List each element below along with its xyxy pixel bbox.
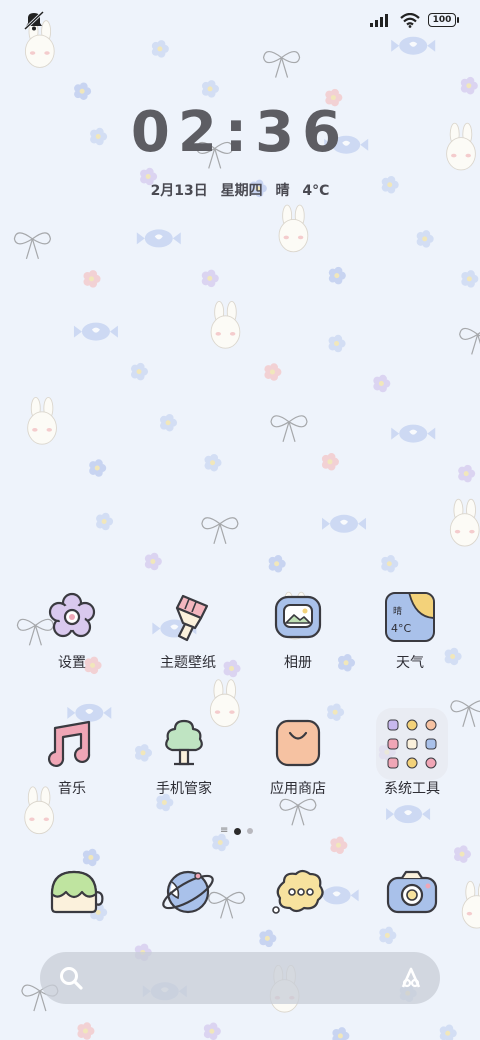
- app-label: 设置: [58, 655, 86, 671]
- app-label: 应用商店: [270, 781, 326, 797]
- store-bag-icon: [275, 719, 321, 767]
- weather-widget-text: 晴: [393, 607, 403, 617]
- folder-mini-icons: [387, 719, 437, 769]
- status-bar: 100: [0, 0, 480, 40]
- app-label: 天气: [396, 655, 424, 671]
- app-label: 手机管家: [156, 781, 212, 797]
- ai-assistant-icon[interactable]: [398, 965, 424, 991]
- settings-flower-icon: [48, 592, 96, 638]
- paint-brush-icon: [175, 594, 209, 642]
- camera-icon: [386, 870, 438, 914]
- app-system-tools-folder[interactable]: 系统工具: [352, 708, 472, 828]
- app-label: 主题壁纸: [160, 655, 216, 671]
- app-theme-wallpaper[interactable]: 主题壁纸: [128, 592, 248, 702]
- search-icon: [60, 967, 83, 990]
- page-dot-active: [234, 827, 242, 835]
- page-indicator[interactable]: ≡: [220, 825, 254, 837]
- app-label: 系统工具: [384, 781, 440, 797]
- weather-widget-temp: 4°C: [391, 622, 412, 635]
- app-phone-manager[interactable]: 手机管家: [124, 718, 244, 828]
- messages-bubble-icon: [272, 869, 324, 914]
- dock-browser[interactable]: [158, 862, 218, 922]
- dock-camera[interactable]: [382, 862, 442, 922]
- page-list-icon: ≡: [220, 825, 229, 836]
- browser-planet-icon: [162, 870, 214, 914]
- app-label: 音乐: [58, 781, 86, 797]
- dock-messages[interactable]: [270, 862, 330, 922]
- tree-icon: [165, 719, 203, 766]
- date-weather-line[interactable]: 2月13日 星期四 晴 4°C: [0, 180, 480, 200]
- music-note-icon: [48, 720, 91, 767]
- app-weather[interactable]: 晴 4°C 天气: [350, 592, 470, 702]
- sun-corner-icon: [408, 594, 433, 619]
- date-text: 2月13日: [150, 183, 208, 199]
- wifi-icon: [400, 12, 420, 28]
- app-settings[interactable]: 设置: [12, 592, 132, 702]
- page-dot: [247, 828, 254, 834]
- weekday-text: 星期四: [220, 183, 263, 199]
- clock-time[interactable]: 02:36: [0, 100, 480, 165]
- search-bar[interactable]: [40, 952, 440, 1004]
- temperature-text: 4°C: [302, 183, 330, 199]
- signal-icon: [370, 14, 388, 27]
- battery-icon: 100: [428, 13, 459, 27]
- battery-level: 100: [432, 14, 452, 25]
- photo-frame-icon: [274, 595, 322, 639]
- weather-text: 晴: [275, 183, 290, 199]
- weather-widget-icon: 晴 4°C: [385, 592, 435, 642]
- folder-icon: [376, 708, 448, 780]
- vibrate-silent-icon: [23, 10, 45, 31]
- app-label: 相册: [284, 655, 312, 671]
- phone-cake-icon: [50, 870, 104, 914]
- app-store[interactable]: 应用商店: [238, 718, 358, 828]
- app-gallery[interactable]: 相册: [238, 592, 358, 702]
- dock-phone[interactable]: [44, 862, 104, 922]
- app-music[interactable]: 音乐: [12, 718, 132, 828]
